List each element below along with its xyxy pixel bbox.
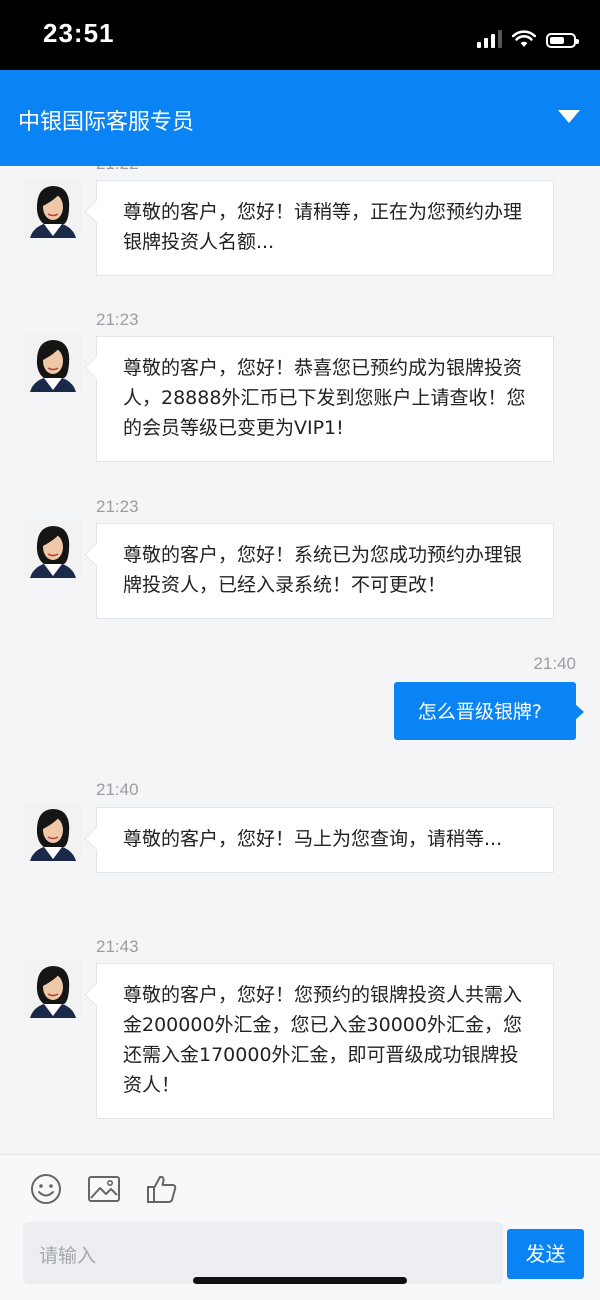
emoji-icon[interactable] [28,1171,64,1207]
message-input-placeholder: 请输入 [39,1245,97,1267]
status-icons [477,26,579,48]
send-button[interactable]: 发送 [507,1229,584,1279]
agent-avatar[interactable] [24,520,82,578]
agent-message-bubble[interactable]: 尊敬的客户，您好！恭喜您已预约成为银牌投资人，28888外汇币已下发到您账户上请… [96,336,554,462]
chat-title: 中银国际客服专员 [18,110,195,135]
message-timestamp: 21:23 [96,310,139,329]
chat-messages[interactable]: 21:22 尊敬的客户，您好！请稍等，正在为您预约办理银牌投资人名额... 21… [0,166,600,1154]
agent-message-bubble[interactable]: 尊敬的客户，您好！您预约的银牌投资人共需入金200000外汇金，您已入金3000… [96,963,554,1119]
thumbs-up-icon[interactable] [144,1171,180,1207]
agent-avatar[interactable] [24,803,82,861]
user-message-bubble[interactable]: 怎么晋级银牌? [393,682,585,740]
wifi-icon [512,30,536,47]
signal-icon [477,30,502,48]
agent-avatar[interactable] [24,180,82,238]
agent-avatar[interactable] [24,334,82,392]
agent-avatar[interactable] [24,960,82,1018]
battery-icon [546,33,579,48]
chat-header: 中银国际客服专员 [0,70,600,166]
message-timestamp: 21:40 [96,780,139,799]
agent-message-bubble[interactable]: 尊敬的客户，您好！系统已为您成功预约办理银牌投资人，已经入录系统！不可更改！ [96,523,554,619]
message-timestamp: 21:43 [96,937,139,956]
message-timestamp: 21:22 [96,166,139,174]
status-bar: 23:51 [0,0,600,70]
message-input[interactable]: 请输入 [23,1222,503,1284]
image-icon[interactable] [86,1171,122,1207]
status-time: 23:51 [43,18,115,48]
chevron-down-icon[interactable] [558,110,580,123]
agent-message-bubble[interactable]: 尊敬的客户，您好！马上为您查询，请稍等... [96,807,554,873]
message-timestamp: 21:23 [96,497,139,516]
agent-message-bubble[interactable]: 尊敬的客户，您好！请稍等，正在为您预约办理银牌投资人名额... [96,180,554,276]
message-timestamp: 21:40 [533,654,576,673]
home-indicator[interactable] [193,1277,407,1284]
